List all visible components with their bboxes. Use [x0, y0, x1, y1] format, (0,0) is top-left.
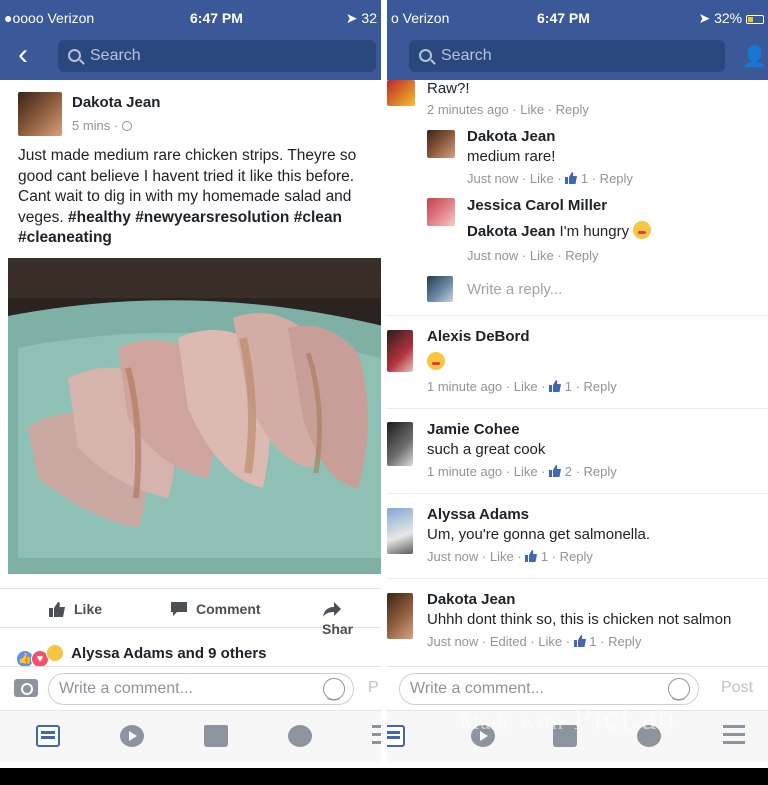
divider [387, 578, 768, 579]
comment-text: Raw?! [427, 80, 470, 97]
right-screenshot: o Verizon 6:47 PM ➤ 32% Search 👤 Raw?! 2… [387, 0, 768, 768]
emoji-icon[interactable] [323, 677, 345, 707]
hashtag[interactable]: #healthy [68, 209, 131, 226]
status-bar: ●oooo Verizon 6:47 PM ➤ 32 [0, 10, 381, 30]
post-body: Just made medium rare chicken strips. Th… [18, 147, 357, 246]
comment-input[interactable]: Write a comment... [48, 673, 354, 707]
post-author[interactable]: Dakota Jean [72, 94, 160, 111]
comment-text: Uhhh dont think so, this is chicken not … [427, 611, 732, 628]
avatar[interactable] [427, 198, 455, 226]
marketplace-icon[interactable] [204, 725, 228, 747]
share-button[interactable]: Shar [322, 599, 381, 637]
battery-percent: ➤ 32 [345, 10, 377, 26]
comment-text: such a great cook [427, 441, 546, 458]
comment-meta: 2 minutes ago · Like · Reply [427, 102, 589, 117]
post-time: 5 mins · [72, 118, 132, 133]
menu-icon[interactable] [723, 725, 745, 747]
battery-icon [746, 14, 764, 24]
search-input[interactable]: Search [58, 40, 376, 72]
commenter-name[interactable]: Alexis DeBord [427, 328, 530, 345]
notifications-icon[interactable] [288, 725, 312, 747]
comment-meta: Just now · Like · 1 · Reply [427, 549, 593, 564]
tab-bar [0, 710, 381, 762]
back-arrow-icon[interactable]: ‹ [18, 40, 42, 70]
post-photo[interactable] [8, 258, 381, 574]
globe-icon [121, 121, 132, 131]
comment-text [427, 352, 445, 371]
menu-icon[interactable] [372, 725, 381, 747]
avatar [427, 276, 453, 302]
comment-meta: 1 minute ago · Like · 1 · Reply [427, 379, 617, 394]
commenter-name[interactable]: Dakota Jean [427, 591, 515, 608]
friend-requests-icon[interactable]: 👤 [742, 44, 768, 68]
comment-composer: Write a comment... P [0, 666, 381, 710]
hashtag[interactable]: #newyearsresolution [135, 209, 289, 226]
carrier: ●oooo Verizon [4, 10, 95, 26]
mention[interactable]: Dakota Jean [467, 223, 555, 240]
nav-bar: o Verizon 6:47 PM ➤ 32% Search 👤 [387, 0, 768, 80]
search-input[interactable]: Search [409, 40, 725, 72]
share-icon [323, 602, 341, 617]
thumbs-up-icon [549, 465, 562, 477]
bottom-border [0, 768, 768, 785]
thumbs-up-icon [549, 380, 562, 392]
avatar[interactable] [387, 422, 413, 466]
hashtag[interactable]: #cleaneating [18, 229, 112, 246]
hashtag[interactable]: #clean [294, 209, 342, 226]
carrier: o Verizon [391, 10, 450, 26]
thumbs-up-icon [49, 602, 65, 617]
divider [387, 315, 768, 316]
divider [387, 493, 768, 494]
post-button[interactable]: P [368, 679, 379, 697]
search-icon [419, 49, 432, 62]
left-screenshot: ●oooo Verizon 6:47 PM ➤ 32 ‹ Search Dako… [0, 0, 381, 768]
camera-icon[interactable] [14, 679, 38, 697]
post-actions: Like Comment Shar [0, 588, 381, 637]
avatar[interactable] [427, 130, 455, 158]
thumbs-up-icon [525, 550, 538, 562]
piclab-watermark: Made with PicLab [460, 700, 676, 737]
commenter-name[interactable]: Jessica Carol Miller [467, 197, 607, 214]
news-feed-icon[interactable] [36, 725, 60, 747]
like-button[interactable]: Like [48, 599, 102, 619]
smile-emoji-icon [427, 352, 445, 370]
avatar[interactable] [387, 593, 413, 639]
thumbs-up-icon [565, 172, 578, 184]
comment-text: Dakota Jean I'm hungry [467, 221, 652, 240]
thumbs-up-icon [573, 635, 586, 647]
comment-text: Um, you're gonna get salmonella. [427, 526, 650, 543]
comment-text: medium rare! [467, 148, 556, 165]
comment-meta: 1 minute ago · Like · 2 · Reply [427, 464, 617, 479]
yum-emoji-icon [633, 221, 652, 239]
clock: 6:47 PM [537, 10, 590, 26]
avatar[interactable] [18, 92, 62, 136]
reply-input[interactable]: Write a reply... [467, 281, 562, 298]
search-icon [68, 49, 81, 62]
comment-meta: Just now · Like · 1 · Reply [467, 171, 633, 186]
comment-icon [171, 602, 187, 616]
commenter-name[interactable]: Dakota Jean [467, 128, 555, 145]
clock: 6:47 PM [190, 10, 243, 26]
emoji-icon[interactable] [668, 677, 690, 707]
reactions-summary[interactable]: 👍 ♥ Alyssa Adams and 9 others [16, 644, 267, 668]
commenter-name[interactable]: Jamie Cohee [427, 421, 520, 438]
video-icon[interactable] [120, 725, 144, 747]
divider [387, 408, 768, 409]
avatar[interactable] [387, 80, 415, 106]
news-feed-icon[interactable] [387, 725, 405, 747]
commenter-name[interactable]: Alyssa Adams [427, 506, 529, 523]
wow-reaction-icon [46, 644, 64, 662]
battery-percent: ➤ 32% [698, 10, 764, 27]
chicken-photo [8, 258, 381, 574]
status-bar: o Verizon 6:47 PM ➤ 32% [387, 10, 768, 30]
post-button[interactable]: Post [721, 679, 753, 697]
comment-meta: Just now · Like · Reply [467, 248, 599, 263]
comment-meta: Just now · Edited · Like · 1 · Reply [427, 634, 642, 649]
comment-button[interactable]: Comment [170, 599, 261, 619]
avatar[interactable] [387, 330, 413, 372]
nav-bar: ●oooo Verizon 6:47 PM ➤ 32 ‹ Search [0, 0, 381, 80]
avatar[interactable] [387, 508, 413, 554]
